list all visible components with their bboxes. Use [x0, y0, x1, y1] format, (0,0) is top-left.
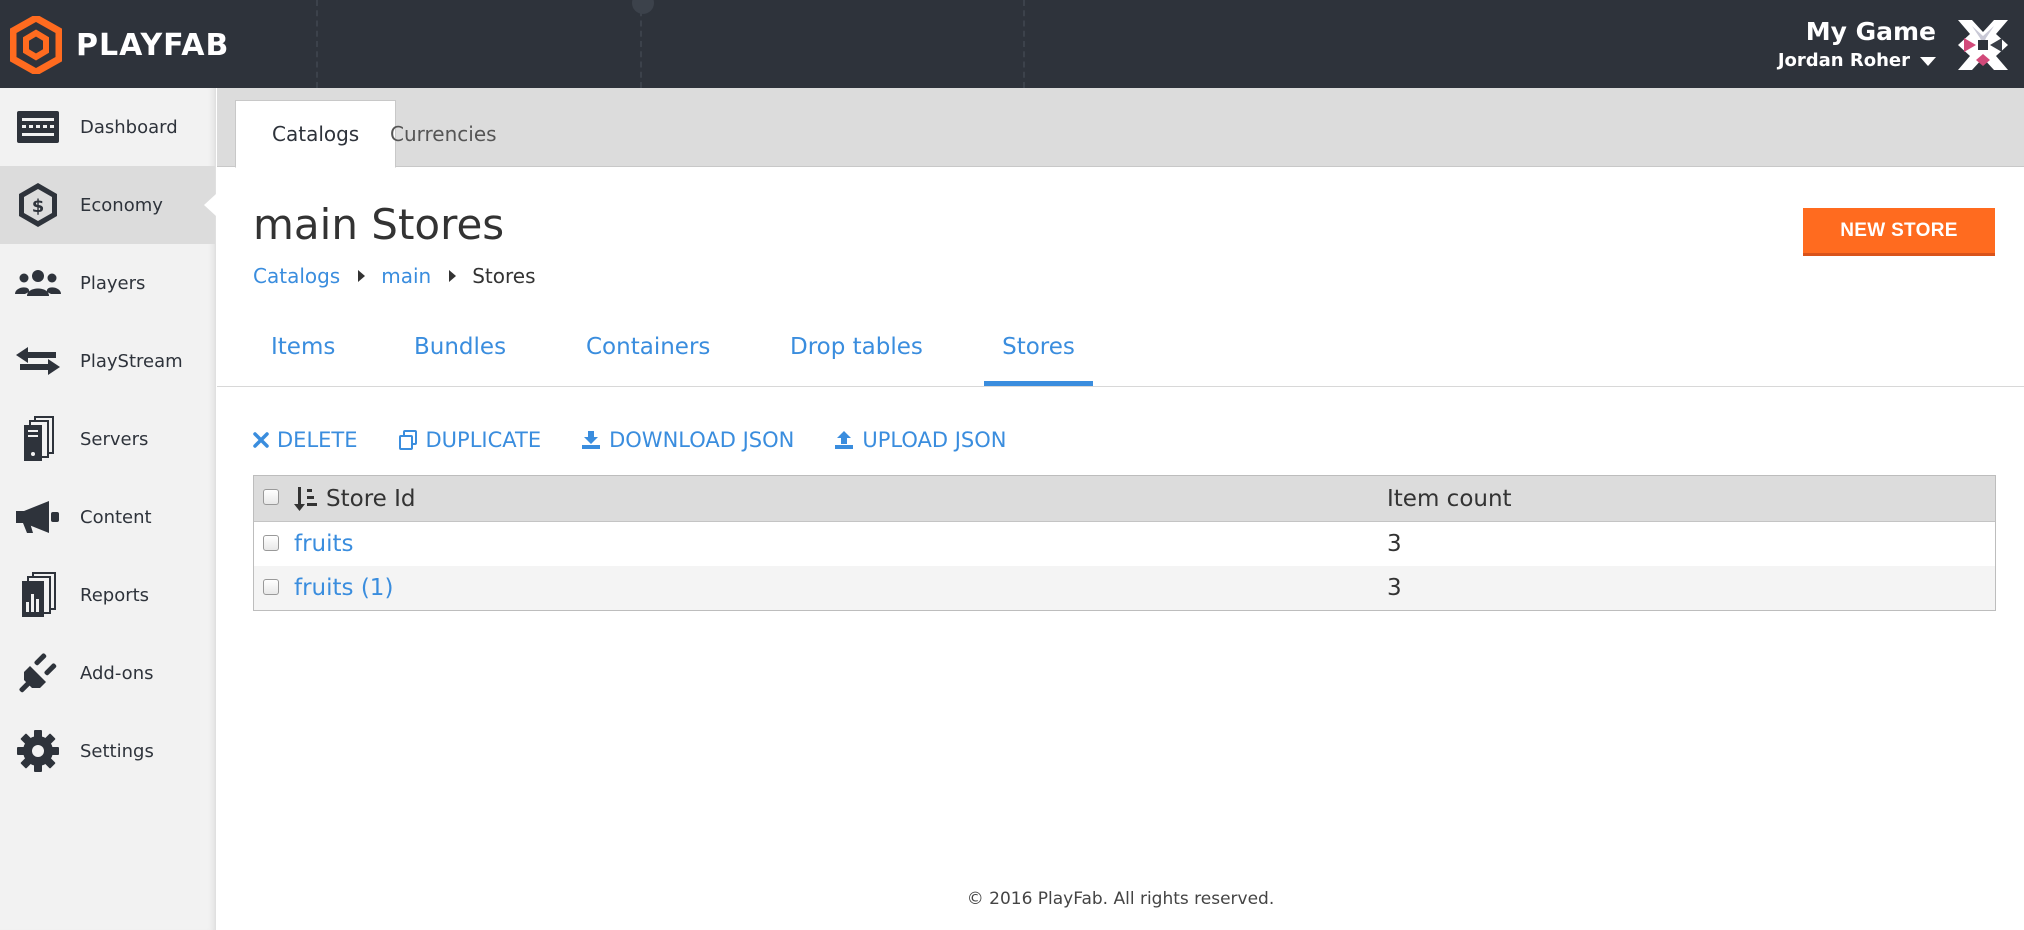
user-menu[interactable]: Jordan Roher — [1778, 48, 1936, 74]
item-count: 3 — [1387, 575, 1402, 601]
sidebar-item-add-ons[interactable]: Add-ons — [0, 634, 215, 712]
breadcrumb-stores: Stores — [472, 264, 536, 288]
download-json-label: DOWNLOAD JSON — [609, 428, 795, 452]
table-row: fruits (1) 3 — [254, 566, 1995, 610]
sidebar-item-dashboard[interactable]: Dashboard — [0, 88, 215, 166]
playstream-icon — [14, 337, 62, 385]
table-row: fruits 3 — [254, 522, 1995, 566]
download-icon — [582, 431, 601, 449]
top-bar: PLAYFAB My Game Jordan Roher — [0, 0, 2024, 88]
duplicate-icon — [398, 430, 417, 450]
page-title: main Stores — [253, 200, 505, 249]
sidebar-item-playstream[interactable]: PlayStream — [0, 322, 215, 400]
sidebar-item-economy[interactable]: $ Economy — [0, 166, 216, 244]
delete-button[interactable]: DELETE — [253, 428, 358, 452]
servers-icon — [14, 415, 62, 463]
sidebar-item-label: Economy — [80, 194, 163, 216]
playfab-logo[interactable]: PLAYFAB — [10, 16, 229, 74]
action-bar: DELETE DUPLICATE DOWNLOAD JSON UPLOAD JS… — [253, 428, 1047, 452]
svg-text:$: $ — [32, 196, 45, 217]
avatar[interactable] — [1956, 18, 2010, 72]
tab-stores[interactable]: Stores — [984, 324, 1093, 386]
catalog-tab-bar: Catalogs Currencies — [217, 88, 2024, 168]
sidebar-item-settings[interactable]: Settings — [0, 712, 215, 790]
sidebar-item-label: Servers — [80, 428, 149, 450]
user-name: Jordan Roher — [1777, 50, 1910, 71]
sort-icon — [294, 486, 317, 511]
tab-currencies[interactable]: Currencies — [354, 100, 533, 168]
tab-containers[interactable]: Containers — [586, 324, 710, 386]
table-header: Store Id Item count — [254, 476, 1995, 522]
tab-items[interactable]: Items — [271, 324, 335, 386]
sidebar-item-reports[interactable]: Reports — [0, 556, 215, 634]
chevron-down-icon — [1920, 56, 1936, 66]
sidebar: Dashboard $ Economy Players PlayStream S… — [0, 88, 216, 930]
gear-icon — [14, 727, 62, 775]
decorative-dot — [632, 0, 654, 14]
item-count: 3 — [1387, 531, 1402, 557]
breadcrumb-main[interactable]: main — [381, 264, 431, 288]
column-store-id[interactable]: Store Id — [294, 486, 415, 512]
game-name: My Game — [1805, 17, 1936, 46]
sidebar-item-label: Content — [80, 506, 152, 528]
chevron-right-icon — [358, 270, 366, 282]
upload-json-label: UPLOAD JSON — [862, 428, 1007, 452]
sidebar-item-label: Reports — [80, 584, 150, 606]
upload-json-button[interactable]: UPLOAD JSON — [834, 428, 1007, 452]
duplicate-button[interactable]: DUPLICATE — [398, 428, 542, 452]
decorative-line — [316, 0, 318, 88]
delete-label: DELETE — [277, 428, 358, 452]
sidebar-item-label: Players — [80, 272, 146, 294]
sidebar-item-label: PlayStream — [80, 350, 183, 372]
tab-drop-tables[interactable]: Drop tables — [790, 324, 923, 386]
download-json-button[interactable]: DOWNLOAD JSON — [581, 428, 794, 452]
sidebar-item-content[interactable]: Content — [0, 478, 215, 556]
breadcrumb: Catalogs main Stores — [253, 264, 536, 288]
game-selector[interactable]: My Game Jordan Roher — [1778, 16, 1936, 74]
duplicate-label: DUPLICATE — [425, 428, 542, 452]
breadcrumb-catalogs[interactable]: Catalogs — [253, 264, 340, 288]
stores-table: Store Id Item count fruits 3 fruits (1) … — [253, 475, 1996, 611]
sidebar-item-label: Add-ons — [80, 662, 154, 684]
row-checkbox[interactable] — [263, 579, 279, 595]
select-all-checkbox[interactable] — [263, 489, 279, 505]
economy-icon: $ — [14, 181, 62, 229]
decorative-line — [1023, 0, 1025, 88]
main-content: Catalogs Currencies main Stores NEW STOR… — [217, 88, 2024, 930]
sub-tab-bar: Items Bundles Containers Drop tables Sto… — [217, 324, 2024, 387]
reports-icon — [14, 571, 62, 619]
close-icon — [253, 432, 269, 448]
chevron-right-icon — [449, 270, 457, 282]
footer-copyright: © 2016 PlayFab. All rights reserved. — [966, 889, 1275, 909]
upload-icon — [835, 431, 854, 449]
column-item-count[interactable]: Item count — [1387, 486, 1512, 512]
new-store-button[interactable]: NEW STORE — [1803, 208, 1995, 256]
dashboard-icon — [14, 103, 62, 151]
plug-icon — [14, 649, 62, 697]
megaphone-icon — [14, 493, 62, 541]
row-checkbox[interactable] — [263, 535, 279, 551]
sidebar-item-label: Settings — [80, 740, 154, 762]
store-id-link[interactable]: fruits (1) — [294, 575, 393, 601]
store-id-link[interactable]: fruits — [294, 531, 354, 557]
sidebar-item-servers[interactable]: Servers — [0, 400, 215, 478]
brand-name: PLAYFAB — [76, 27, 230, 63]
sidebar-item-label: Dashboard — [80, 116, 178, 138]
sidebar-item-players[interactable]: Players — [0, 244, 215, 322]
playfab-logo-icon — [10, 16, 62, 74]
column-label: Store Id — [326, 485, 416, 512]
tab-bundles[interactable]: Bundles — [414, 324, 506, 386]
players-icon — [14, 259, 62, 307]
